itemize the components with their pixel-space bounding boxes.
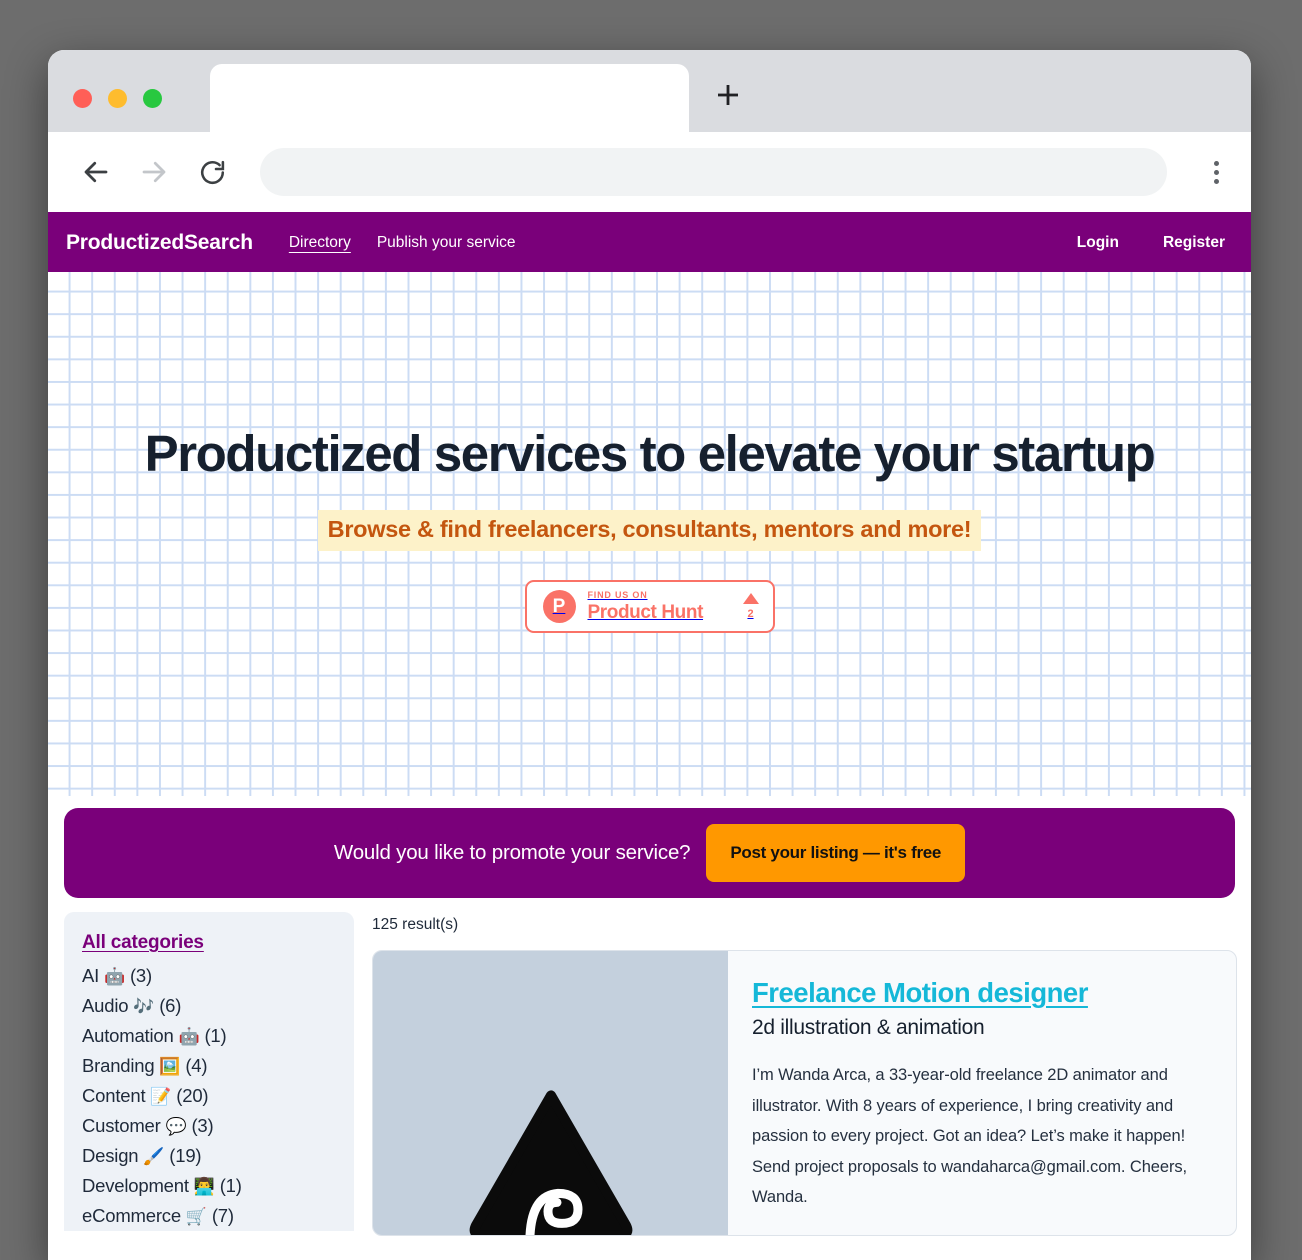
nav-link-directory[interactable]: Directory	[289, 234, 351, 252]
category-label: Automation	[82, 1025, 174, 1046]
browser-tab-title	[210, 64, 689, 86]
category-label: Content	[82, 1085, 146, 1106]
kebab-dot	[1213, 178, 1219, 184]
category-label: eCommerce	[82, 1205, 181, 1226]
new-tab-button[interactable]	[708, 75, 748, 115]
browser-menu-button[interactable]	[1193, 149, 1239, 195]
product-hunt-text: FIND US ON Product Hunt	[587, 590, 704, 624]
kebab-dot	[1213, 169, 1219, 175]
address-bar[interactable]	[260, 148, 1167, 196]
listing-thumbnail	[373, 951, 728, 1235]
post-listing-button[interactable]: Post your listing — it's free	[706, 824, 966, 882]
upvote-triangle-icon	[742, 593, 759, 605]
arrow-left-icon	[84, 161, 108, 183]
hero-subtitle: Browse & find freelancers, consultants, …	[317, 510, 982, 552]
sidebar-item-audio[interactable]: Audio 🎶 (6)	[82, 991, 336, 1021]
arrow-right-icon	[142, 161, 166, 183]
category-count: (7)	[211, 1205, 234, 1226]
sidebar-item-ai[interactable]: AI 🤖 (3)	[82, 961, 336, 991]
minimize-window-button[interactable]	[108, 89, 127, 108]
category-label: Development	[82, 1175, 189, 1196]
plus-icon	[718, 85, 738, 105]
category-label: Customer	[82, 1115, 161, 1136]
product-hunt-logo-icon: P	[542, 590, 576, 624]
product-hunt-vote: 2	[742, 593, 759, 621]
technologist-icon: 👨‍💻	[193, 1177, 215, 1197]
browser-toolbar	[48, 132, 1251, 214]
nav-link-register[interactable]: Register	[1163, 234, 1225, 252]
category-label: AI	[82, 965, 100, 986]
sidebar-item-all-categories[interactable]: All categories	[82, 932, 336, 954]
memo-icon: 📝	[150, 1087, 172, 1107]
maximize-window-button[interactable]	[143, 89, 162, 108]
product-hunt-vote-count: 2	[747, 608, 754, 621]
browser-tab[interactable]	[210, 64, 689, 132]
promo-text: Would you like to promote your service?	[333, 841, 691, 864]
kebab-dot	[1213, 160, 1219, 166]
sidebar-item-branding[interactable]: Branding 🖼️ (4)	[82, 1051, 336, 1081]
listing-content: Freelance Motion designer 2d illustratio…	[728, 951, 1236, 1235]
shopping-cart-icon: 🛒	[185, 1207, 207, 1227]
category-count: (6)	[159, 995, 182, 1016]
primary-nav: Directory Publish your service	[289, 234, 516, 252]
category-count: (4)	[185, 1055, 208, 1076]
hero-title: Productized services to elevate your sta…	[144, 425, 1156, 482]
back-button[interactable]	[72, 148, 120, 196]
sidebar-item-automation[interactable]: Automation 🤖 (1)	[82, 1021, 336, 1051]
promo-banner: Would you like to promote your service? …	[64, 808, 1235, 898]
results-list: 125 result(s) Freelance Motion designer …	[372, 912, 1237, 1236]
category-sidebar: All categories AI 🤖 (3) Audio 🎶 (6) Auto…	[64, 912, 354, 1231]
site-logo[interactable]: ProductizedSearch	[66, 231, 253, 255]
paintbrush-icon: 🖌️	[143, 1147, 165, 1167]
triangle-swirl-logo-icon	[469, 1090, 632, 1235]
robot-icon: 🤖	[104, 967, 126, 987]
close-window-button[interactable]	[73, 89, 92, 108]
category-count: (20)	[176, 1085, 209, 1106]
account-nav: Login Register	[1077, 234, 1231, 252]
results-section: All categories AI 🤖 (3) Audio 🎶 (6) Auto…	[48, 912, 1251, 1236]
category-count: (19)	[169, 1145, 202, 1166]
musical-notes-icon: 🎶	[133, 997, 155, 1017]
speech-balloon-icon: 💬	[165, 1117, 187, 1137]
listing-description: I’m Wanda Arca, a 33-year-old freelance …	[752, 1066, 1187, 1207]
product-hunt-name: Product Hunt	[587, 602, 704, 624]
sidebar-item-design[interactable]: Design 🖌️ (19)	[82, 1141, 336, 1171]
category-label: Audio	[82, 995, 129, 1016]
category-count: (1)	[204, 1025, 227, 1046]
category-count: (3)	[191, 1115, 214, 1136]
sidebar-item-content[interactable]: Content 📝 (20)	[82, 1081, 336, 1111]
promo-banner-wrapper: Would you like to promote your service? …	[48, 796, 1251, 912]
hero-section: Productized services to elevate your sta…	[48, 272, 1251, 796]
result-count-label: 125 result(s)	[372, 916, 459, 933]
browser-tab-strip	[48, 50, 1251, 132]
page-viewport: ProductizedSearch Directory Publish your…	[48, 214, 1251, 1260]
window-controls	[73, 89, 162, 108]
listing-card[interactable]: Freelance Motion designer 2d illustratio…	[372, 950, 1237, 1236]
product-hunt-badge[interactable]: P FIND US ON Product Hunt 2	[524, 580, 775, 634]
sidebar-item-ecommerce[interactable]: eCommerce 🛒 (7)	[82, 1201, 336, 1231]
desktop-background: ProductizedSearch Directory Publish your…	[0, 0, 1302, 1260]
listing-title-link[interactable]: Freelance Motion designer	[752, 977, 1088, 1009]
category-count: (1)	[219, 1175, 242, 1196]
site-navbar: ProductizedSearch Directory Publish your…	[48, 214, 1251, 272]
category-count: (3)	[129, 965, 152, 986]
framed-picture-icon: 🖼️	[159, 1057, 181, 1077]
reload-icon	[200, 160, 224, 184]
forward-button[interactable]	[130, 148, 178, 196]
reload-button[interactable]	[188, 148, 236, 196]
sidebar-item-development[interactable]: Development 👨‍💻 (1)	[82, 1171, 336, 1201]
category-label: Branding	[82, 1055, 155, 1076]
robot-icon: 🤖	[178, 1027, 200, 1047]
browser-window: ProductizedSearch Directory Publish your…	[48, 50, 1251, 1260]
category-label: Design	[82, 1145, 139, 1166]
product-hunt-kicker: FIND US ON	[587, 590, 648, 601]
hero-subtitle-wrapper: Browse & find freelancers, consultants, …	[317, 510, 982, 552]
sidebar-item-customer[interactable]: Customer 💬 (3)	[82, 1111, 336, 1141]
nav-link-publish-your-service[interactable]: Publish your service	[377, 234, 516, 252]
listing-subtitle: 2d illustration & animation	[752, 1016, 985, 1039]
nav-link-login[interactable]: Login	[1077, 234, 1119, 252]
